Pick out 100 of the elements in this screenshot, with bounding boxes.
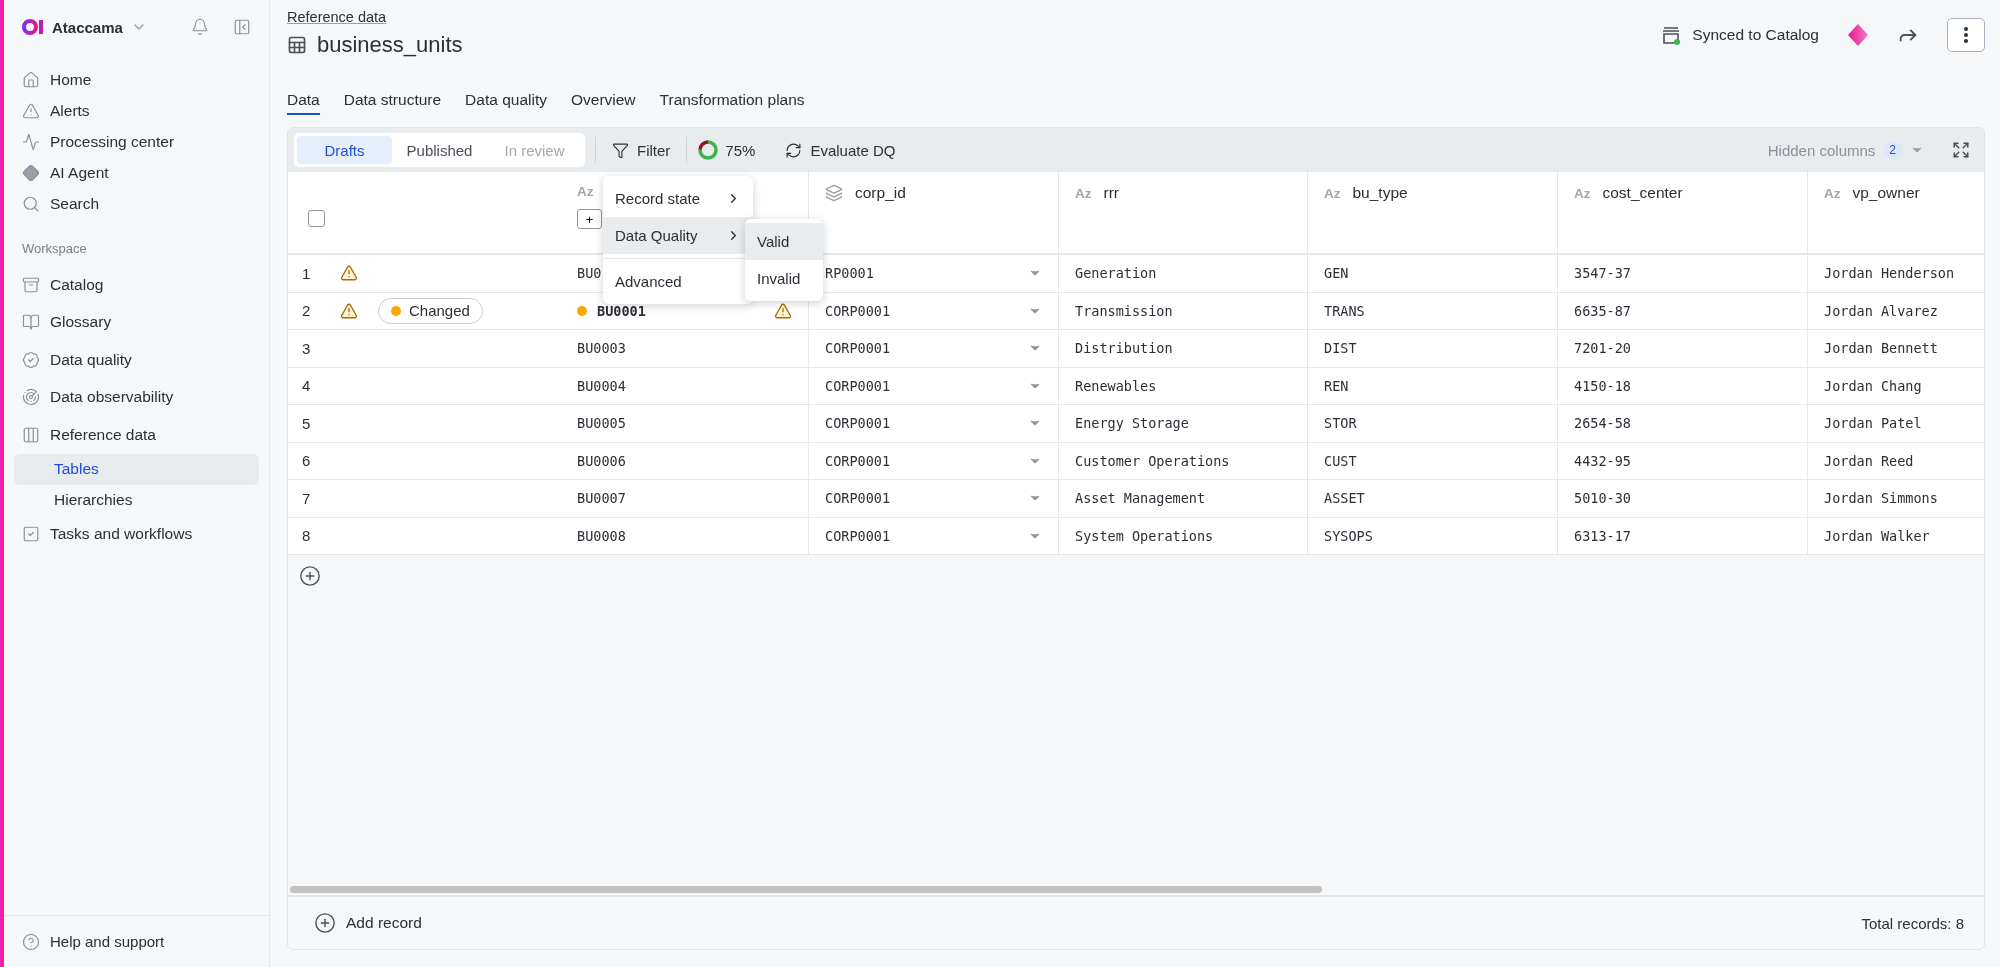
nav-item[interactable]: Home — [14, 64, 259, 95]
table-cell: 4432-95 — [1574, 452, 1631, 469]
table-cell: TRANS — [1324, 302, 1365, 319]
table-cell: CORP0001 — [825, 340, 891, 357]
table-cell: Jordan Reed — [1824, 452, 1914, 469]
table-cell: REN — [1324, 377, 1349, 394]
nav-item[interactable]: Reference data — [14, 416, 259, 454]
table-cell: Distribution — [1075, 340, 1173, 357]
table-cell: BU0004 — [577, 377, 626, 394]
tab[interactable]: Overview — [570, 91, 636, 115]
pulse-icon — [22, 132, 40, 151]
table-cell: CORP0001 — [825, 302, 891, 319]
section-label: Workspace — [21, 241, 88, 256]
menu-item[interactable]: Invalid — [745, 260, 823, 297]
table-cell: BU0008 — [577, 527, 626, 544]
menu-item[interactable]: Valid — [745, 223, 823, 260]
breadcrumb-link[interactable]: Reference data — [287, 9, 387, 25]
nav-subitem[interactable]: Hierarchies — [14, 484, 259, 516]
column-header[interactable]: cost_center — [1602, 184, 1683, 202]
select-all-checkbox[interactable] — [308, 210, 325, 227]
table-cell: Jordan Walker — [1824, 527, 1930, 544]
menu-item[interactable]: Record state — [603, 180, 753, 217]
nav-item[interactable]: Search — [14, 188, 259, 219]
menu-item[interactable]: Data Quality — [603, 217, 753, 254]
fullscreen-icon[interactable] — [1952, 141, 1970, 159]
row-number: 1 — [302, 264, 312, 282]
nav-subitem[interactable]: Tables — [14, 453, 259, 485]
table-cell: System Operations — [1075, 527, 1214, 544]
column-header[interactable]: rrr — [1103, 184, 1119, 202]
table-cell: Jordan Alvarez — [1824, 302, 1938, 319]
plus-circle-icon — [299, 564, 321, 587]
tab[interactable]: Data structure — [343, 91, 442, 115]
table-cell: SYSOPS — [1324, 527, 1373, 544]
table-cell: 4150-18 — [1574, 377, 1631, 394]
notifications-icon[interactable] — [191, 18, 209, 36]
table-cell: 3547-37 — [1574, 265, 1631, 282]
type-label: Az — [1075, 185, 1092, 201]
plus-circle-icon — [314, 912, 336, 934]
table-cell: DIST — [1324, 340, 1357, 357]
column-header[interactable]: vp_owner — [1852, 184, 1920, 202]
table-cell: Asset Management — [1075, 490, 1206, 507]
table-cell: ASSET — [1324, 490, 1365, 507]
sync-status[interactable]: Synced to Catalog — [1660, 24, 1819, 46]
help-icon — [22, 932, 40, 951]
table-icon — [287, 35, 307, 55]
help-link[interactable]: Help and support — [4, 915, 269, 967]
nav-item[interactable]: Catalog — [14, 266, 259, 304]
checkbox-icon — [22, 525, 40, 544]
more-button[interactable] — [1947, 18, 1985, 52]
column-header[interactable]: corp_id — [855, 184, 906, 202]
add-column-button[interactable]: + — [577, 209, 602, 229]
hidden-columns-toggle[interactable]: Hidden columns 2 — [1767, 141, 1924, 159]
state-segment[interactable]: Drafts — [297, 136, 392, 164]
tab[interactable]: Transformation plans — [659, 91, 805, 115]
brand-logo — [22, 18, 44, 36]
table-cell: Renewables — [1075, 377, 1157, 394]
table-cell: Generation — [1075, 265, 1157, 282]
nav-item[interactable]: Tasks and workflows — [14, 515, 259, 553]
nav-item[interactable]: Glossary — [14, 303, 259, 341]
refresh-icon — [785, 141, 803, 159]
dq-score: 75% — [724, 141, 757, 159]
type-label: Az — [1824, 185, 1841, 201]
table-cell: Jordan Patel — [1824, 415, 1922, 432]
scrollbar-thumb[interactable] — [290, 886, 1322, 893]
row-number: 3 — [302, 339, 312, 357]
table-cell: CORP0001 — [825, 452, 891, 469]
add-record-button[interactable]: Add record — [308, 911, 428, 935]
tab[interactable]: Data — [287, 91, 320, 115]
nav-item[interactable]: Data quality — [14, 341, 259, 379]
table-cell: Jordan Henderson — [1824, 265, 1955, 282]
tab[interactable]: Data quality — [465, 91, 547, 115]
table-cell: 2654-58 — [1574, 415, 1631, 432]
column-header[interactable]: bu_type — [1352, 184, 1408, 202]
page-title: business_units — [317, 32, 463, 58]
ai-sparkle-icon[interactable] — [1847, 23, 1869, 47]
table-cell: 7201-20 — [1574, 340, 1631, 357]
archive-icon — [22, 275, 40, 294]
state-segment[interactable]: Published — [392, 136, 487, 164]
filter-button[interactable]: Filter — [606, 141, 677, 159]
evaluate-dq-button[interactable]: Evaluate DQ — [779, 141, 902, 159]
more-icon — [1964, 27, 1968, 43]
table-cell: BU0 — [577, 265, 602, 282]
nav-item[interactable]: Data observability — [14, 378, 259, 416]
nav-item[interactable]: Alerts — [14, 95, 259, 126]
collapse-sidebar-icon[interactable] — [233, 18, 251, 36]
nav-item[interactable]: Processing center — [14, 126, 259, 157]
table-cell: Jordan Bennett — [1824, 340, 1938, 357]
table-cell: Energy Storage — [1075, 415, 1189, 432]
home-icon — [22, 70, 40, 89]
table-cell: Jordan Simmons — [1824, 490, 1938, 507]
type-label: Az — [577, 184, 594, 199]
table-cell: STOR — [1324, 415, 1357, 432]
columns-icon — [22, 425, 40, 444]
table-cell: CORP0001 — [825, 527, 891, 544]
dq-donut-icon — [697, 139, 720, 161]
hidden-count: 2 — [1883, 141, 1902, 159]
table-cell: CORP0001 — [825, 415, 891, 432]
book-icon — [22, 313, 40, 332]
table-cell: RP0001 — [825, 265, 874, 282]
nav-item[interactable]: AI Agent — [14, 157, 259, 188]
